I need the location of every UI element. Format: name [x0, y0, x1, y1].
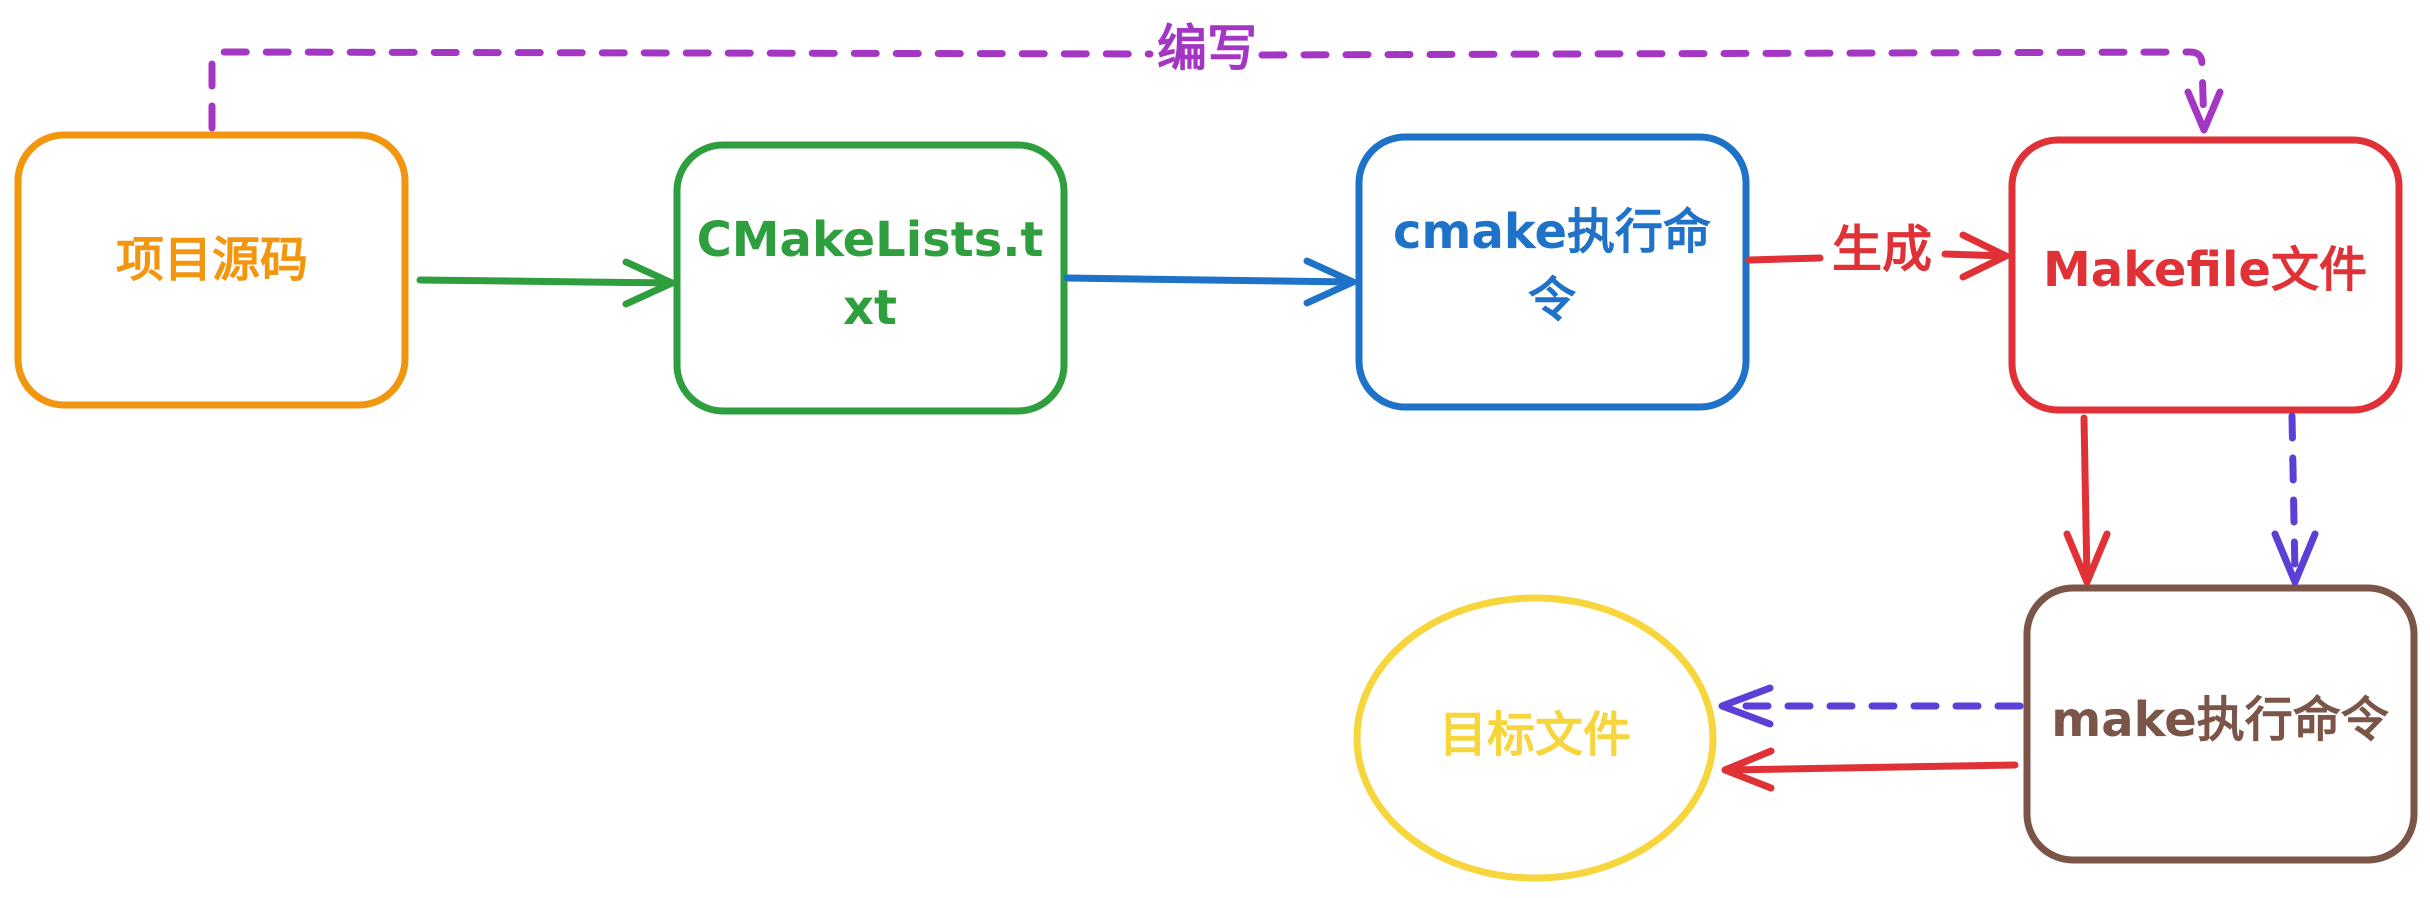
node-cmake-command[interactable]: cmake执行命 令 — [1355, 133, 1750, 411]
edge-source-to-makefile-line-b — [1258, 48, 2208, 132]
edge-make-to-target-dashed — [1718, 684, 2024, 728]
edge-source-to-cmakelists-line — [416, 276, 676, 287]
edge-make-to-target-solid — [1721, 747, 2019, 792]
edge-source-to-makefile-line-a — [208, 48, 1154, 132]
cmake-command-label-line1: cmake执行命 — [1393, 204, 1711, 260]
make-command-label: make执行命令 — [2051, 692, 2390, 748]
cmakelists-label-line1: CMakeLists.t — [697, 212, 1044, 268]
edge-cmakelists-to-cmake-line — [1063, 274, 1357, 286]
edge-cmake-to-makefile: 生成 — [1745, 221, 2010, 281]
edge-generate-label: 生成 — [1832, 221, 1932, 279]
edge-makefile-to-make-dashed-line — [2288, 412, 2299, 579]
node-project-source[interactable]: 项目源码 — [14, 131, 409, 409]
cmake-command-label-line2: 令 — [1528, 272, 1577, 328]
node-cmakelists[interactable]: CMakeLists.t xt — [673, 141, 1068, 415]
cmakelists-label-line2: xt — [843, 280, 897, 336]
node-makefile[interactable]: Makefile文件 — [2008, 136, 2403, 414]
edge-makefile-to-make-dashed — [2271, 412, 2319, 586]
makefile-label: Makefile文件 — [2043, 242, 2367, 298]
node-make-command[interactable]: make执行命令 — [2023, 584, 2418, 864]
target-file-label: 目标文件 — [1439, 707, 1631, 763]
edge-makefile-to-make-solid-line — [2080, 414, 2091, 584]
cmakelists-box — [673, 141, 1068, 415]
edge-write-label: 编写 — [1157, 20, 1257, 78]
edge-source-to-makefile: 编写 — [208, 20, 2224, 134]
edge-makefile-to-make-solid — [2063, 414, 2111, 586]
project-source-label: 项目源码 — [116, 232, 308, 288]
edge-make-to-target-solid-line — [1723, 761, 2019, 774]
edge-cmake-to-makefile-line-a — [1745, 254, 1824, 264]
edge-cmakelists-to-cmake — [1063, 257, 1357, 307]
flow-diagram: 项目源码 CMakeLists.t xt cmake执行命 令 Makefile… — [14, 20, 2418, 882]
edge-source-to-cmakelists — [416, 258, 676, 308]
node-target-file[interactable]: 目标文件 — [1353, 594, 1717, 882]
